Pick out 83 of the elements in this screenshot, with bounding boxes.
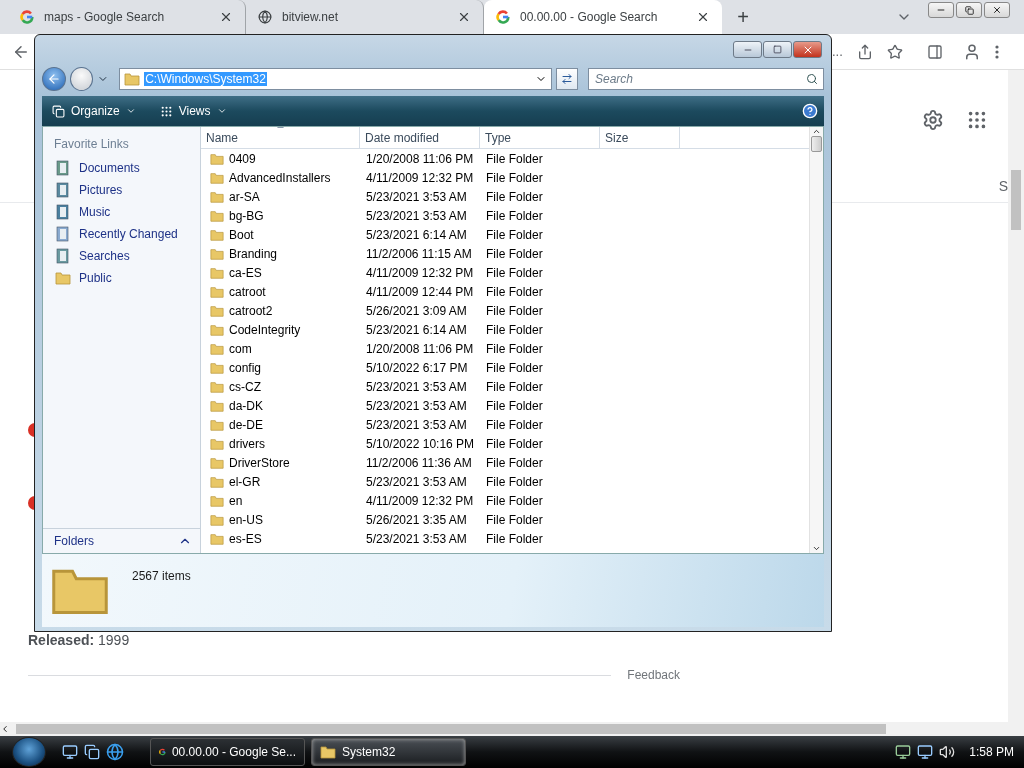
file-name-cell[interactable]: CodeIntegrity bbox=[201, 322, 360, 337]
favorite-link[interactable]: Searches bbox=[49, 245, 200, 267]
table-cell-text: File Folder bbox=[485, 284, 544, 299]
tab-label[interactable]: S bbox=[998, 178, 1008, 194]
table-cell-text: 5/10/2022 6:17 PM bbox=[365, 360, 469, 375]
table-cell-text: 5/23/2021 3:53 AM bbox=[365, 531, 468, 546]
feedback-link[interactable]: Feedback bbox=[627, 668, 680, 682]
table-cell-text: 4/11/2009 12:44 PM bbox=[365, 284, 475, 299]
table-cell-text: 5/23/2021 3:53 AM bbox=[365, 417, 468, 432]
table-cell-text: 5/26/2021 3:09 AM bbox=[365, 303, 468, 318]
table-cell-text: 5/10/2022 10:16 PM bbox=[365, 436, 476, 451]
toolbar-menu[interactable]: Organize bbox=[48, 104, 140, 118]
table-cell-text: File Folder bbox=[485, 436, 544, 451]
table-cell-text: File Folder bbox=[485, 474, 544, 489]
table-cell-text: 1/20/2008 11:06 PM bbox=[365, 341, 475, 356]
favorite-link[interactable]: Music bbox=[49, 201, 200, 223]
address-text: ... bbox=[832, 44, 843, 59]
favorite-link[interactable]: Recently Changed bbox=[49, 223, 200, 245]
taskbar-button[interactable]: 00.00.00 - Google Se... bbox=[150, 738, 305, 766]
favorite-link[interactable]: Public bbox=[49, 267, 200, 289]
file-name-cell[interactable]: Branding bbox=[201, 246, 360, 261]
file-name-cell[interactable]: da-DK bbox=[201, 398, 360, 413]
table-cell-text: File Folder bbox=[485, 398, 544, 413]
file-name-cell[interactable]: bg-BG bbox=[201, 208, 360, 223]
table-cell-text: File Folder bbox=[485, 227, 544, 242]
section-title: Favorite Links bbox=[53, 136, 130, 153]
file-name-cell[interactable]: de-DE bbox=[201, 417, 360, 432]
item-count: 2567 items bbox=[132, 569, 191, 583]
table-cell-text: 4/11/2009 12:32 PM bbox=[365, 493, 475, 508]
file-name-cell[interactable]: cs-CZ bbox=[201, 379, 360, 394]
table-cell-text: File Folder bbox=[485, 379, 544, 394]
table-cell-text: File Folder bbox=[485, 303, 544, 318]
table-cell-text: 4/11/2009 12:32 PM bbox=[365, 265, 475, 280]
file-name-cell[interactable]: DriverStore bbox=[201, 455, 360, 470]
file-name-cell[interactable]: config bbox=[201, 360, 360, 375]
table-cell-text: File Folder bbox=[485, 531, 544, 546]
table-cell-text: File Folder bbox=[485, 265, 544, 280]
browser-tab[interactable]: 00.00.00 - Google Search bbox=[484, 0, 722, 34]
favorite-link[interactable]: Pictures bbox=[49, 179, 200, 201]
table-cell-text: 5/26/2021 3:35 AM bbox=[365, 512, 468, 527]
table-cell-text: File Folder bbox=[485, 189, 544, 204]
table-cell-text: File Folder bbox=[485, 455, 544, 470]
table-cell-text: File Folder bbox=[485, 246, 544, 261]
table-cell-text: 5/23/2021 6:14 AM bbox=[365, 322, 468, 337]
table-cell-text: 5/23/2021 3:53 AM bbox=[365, 474, 468, 489]
table-cell-text: 5/23/2021 3:53 AM bbox=[365, 398, 468, 413]
file-name-cell[interactable]: ca-ES bbox=[201, 265, 360, 280]
file-name-cell[interactable]: el-GR bbox=[201, 474, 360, 489]
file-name-cell[interactable]: en bbox=[201, 493, 360, 508]
table-cell-text: File Folder bbox=[485, 360, 544, 375]
table-cell-text: File Folder bbox=[485, 151, 544, 166]
table-cell-text: 5/23/2021 3:53 AM bbox=[365, 379, 468, 394]
file-name-cell[interactable]: en-US bbox=[201, 512, 360, 527]
table-cell-text: 5/23/2021 3:53 AM bbox=[365, 208, 468, 223]
file-name-cell[interactable]: ar-SA bbox=[201, 189, 360, 204]
table-cell-text: 4/11/2009 12:32 PM bbox=[365, 170, 475, 185]
new-tab-button[interactable]: + bbox=[726, 0, 760, 34]
file-name-cell[interactable]: AdvancedInstallers bbox=[201, 170, 360, 185]
table-cell-text: 11/2/2006 11:36 AM bbox=[365, 455, 473, 470]
search-field[interactable]: Search bbox=[588, 68, 824, 90]
file-name-cell[interactable]: catroot2 bbox=[201, 303, 360, 318]
file-name-cell[interactable]: com bbox=[201, 341, 360, 356]
table-cell-text: 1/20/2008 11:06 PM bbox=[365, 151, 475, 166]
table-cell-text: File Folder bbox=[485, 341, 544, 356]
file-name-cell[interactable]: 0409 bbox=[201, 151, 360, 166]
table-cell-text: File Folder bbox=[485, 417, 544, 432]
table-cell-text: 11/2/2006 11:15 AM bbox=[365, 246, 473, 261]
favorite-link[interactable]: Documents bbox=[49, 157, 200, 179]
taskbar-button[interactable]: System32 bbox=[311, 738, 466, 766]
table-cell-text: 5/23/2021 3:53 AM bbox=[365, 189, 468, 204]
table-cell-text: File Folder bbox=[485, 322, 544, 337]
table-cell-text: File Folder bbox=[485, 208, 544, 223]
file-name-cell[interactable]: es-ES bbox=[201, 531, 360, 546]
file-name-cell[interactable]: drivers bbox=[201, 436, 360, 451]
released-text: Released: 1999 bbox=[28, 632, 131, 648]
toolbar-menu[interactable]: Views bbox=[155, 104, 231, 118]
file-name-cell[interactable]: Boot bbox=[201, 227, 360, 242]
table-cell-text: File Folder bbox=[485, 170, 544, 185]
file-name-cell[interactable]: catroot bbox=[201, 284, 360, 299]
table-cell-text: File Folder bbox=[485, 493, 544, 508]
clock[interactable]: 1:58 PM bbox=[969, 745, 1014, 759]
table-cell-text: 5/23/2021 6:14 AM bbox=[365, 227, 468, 242]
table-cell-text: File Folder bbox=[485, 512, 544, 527]
